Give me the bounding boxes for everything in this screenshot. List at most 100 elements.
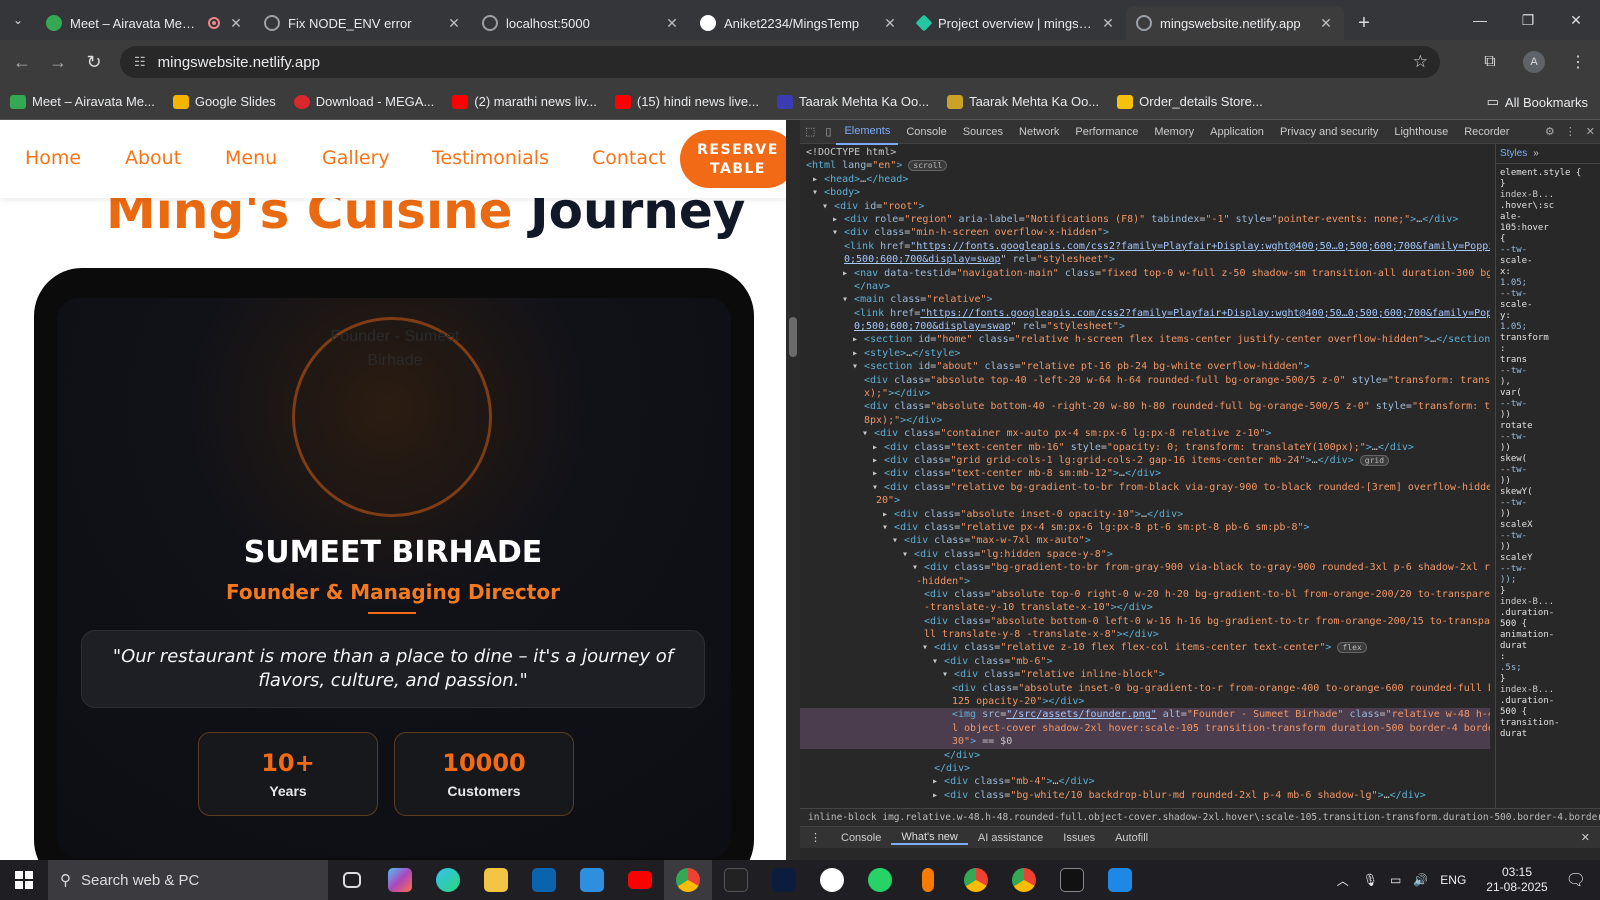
bookmark-item[interactable]: Meet – Airavata Me...	[10, 94, 155, 109]
chrome-icon[interactable]	[664, 860, 712, 900]
close-tab-icon[interactable]: ✕	[1100, 15, 1116, 32]
browser-tab[interactable]: Meet – Airavata Meeting ✕	[36, 6, 254, 40]
browser-tab[interactable]: localhost:5000 ✕	[472, 6, 690, 40]
restore-icon[interactable]: ❐	[1504, 0, 1552, 40]
minimize-icon[interactable]: —	[1456, 0, 1504, 40]
whatsapp-icon[interactable]	[856, 860, 904, 900]
close-tab-icon[interactable]: ✕	[446, 15, 462, 32]
drawer-tab-whats-new[interactable]: What's new	[891, 831, 968, 845]
browser-tab[interactable]: Fix NODE_ENV error ✕	[254, 6, 472, 40]
system-tray: ︿ 🎙 ▭ 🔊 ENG 03:15 21-08-2025 🗨	[1329, 860, 1600, 900]
network-icon[interactable]: ▭	[1390, 873, 1401, 887]
more-kebab-icon[interactable]: ⋮	[1560, 120, 1581, 144]
drawer-tab-issues[interactable]: Issues	[1053, 832, 1105, 844]
drawer-tab-console[interactable]: Console	[831, 832, 891, 844]
site-info-icon[interactable]: ☷	[134, 54, 146, 70]
tab-sources[interactable]: Sources	[955, 120, 1011, 144]
forward-arrow-icon[interactable]: →	[40, 44, 76, 80]
page-scrollbar[interactable]	[786, 120, 800, 860]
tab-title: localhost:5000	[506, 15, 590, 31]
app-c-icon[interactable]	[808, 860, 856, 900]
styles-pane[interactable]: Styles» element.style {} index-B... .hover…	[1495, 144, 1600, 808]
youtube-icon[interactable]	[616, 860, 664, 900]
bookmark-item[interactable]: Taarak Mehta Ka Oo...	[947, 94, 1099, 109]
tab-console[interactable]: Console	[898, 120, 954, 144]
taskbar-search[interactable]: ⚲ Search web & PC	[48, 860, 328, 900]
drawer-tab-autofill[interactable]: Autofill	[1105, 832, 1158, 844]
elements-tree[interactable]: <!DOCTYPE html> <html lang="en"> scroll …	[800, 144, 1490, 808]
sonyliv-icon[interactable]	[712, 860, 760, 900]
new-tab-button[interactable]: +	[1344, 6, 1384, 40]
tab-recorder[interactable]: Recorder	[1456, 120, 1517, 144]
nav-link-about[interactable]: About	[125, 147, 181, 169]
dom-breadcrumb[interactable]: inline-block img.relative.w-48.h-48.roun…	[800, 808, 1600, 826]
nav-link-gallery[interactable]: Gallery	[322, 147, 390, 169]
scrollbar-thumb[interactable]	[789, 317, 797, 357]
file-explorer-icon[interactable]	[472, 860, 520, 900]
back-arrow-icon[interactable]: ←	[4, 44, 40, 80]
tab-search-chevron-icon[interactable]: ⌄	[0, 0, 36, 40]
bookmark-item[interactable]: (15) hindi news live...	[614, 94, 759, 109]
tab-lighthouse[interactable]: Lighthouse	[1386, 120, 1456, 144]
bookmark-item[interactable]: Taarak Mehta Ka Oo...	[777, 94, 929, 109]
nav-link-menu[interactable]: Menu	[225, 147, 277, 169]
chrome-profile-icon[interactable]	[1000, 860, 1048, 900]
notifications-icon[interactable]: 🗨	[1566, 870, 1586, 890]
close-tab-icon[interactable]: ✕	[228, 15, 244, 32]
nav-link-contact[interactable]: Contact	[592, 147, 666, 169]
terminal-icon[interactable]	[1048, 860, 1096, 900]
stat-value: 10000	[442, 749, 526, 777]
tab-performance[interactable]: Performance	[1067, 120, 1146, 144]
language-indicator[interactable]: ENG	[1440, 873, 1466, 887]
bookmark-item[interactable]: Google Slides	[172, 94, 276, 109]
drawer-menu-icon[interactable]: ⋮	[800, 831, 831, 844]
extensions-icon[interactable]: ⧉	[1468, 53, 1512, 71]
close-devtools-icon[interactable]: ✕	[1581, 120, 1600, 144]
edge-icon[interactable]	[424, 860, 472, 900]
microphone-tray-icon[interactable]: 🎙	[1363, 873, 1378, 887]
tab-application[interactable]: Application	[1202, 120, 1272, 144]
menu-kebab-icon[interactable]: ⋮	[1556, 52, 1600, 72]
drawer-tab-ai-assistance[interactable]: AI assistance	[968, 832, 1053, 844]
reserve-table-button[interactable]: RESERVE TABLE	[680, 130, 786, 188]
all-bookmarks-button[interactable]: ▭ All Bookmarks	[1487, 94, 1588, 110]
outlook-icon[interactable]	[520, 860, 568, 900]
address-bar[interactable]: ☷ mingswebsite.netlify.app ☆	[120, 46, 1440, 78]
browser-tab[interactable]: Project overview | mingsweb ✕	[908, 6, 1126, 40]
device-toolbar-icon[interactable]: ▯	[820, 120, 836, 144]
tab-elements[interactable]: Elements	[836, 119, 899, 145]
close-tab-icon[interactable]: ✕	[1318, 15, 1334, 32]
clock[interactable]: 03:15 21-08-2025	[1486, 865, 1547, 895]
nav-link-testimonials[interactable]: Testimonials	[432, 147, 549, 169]
settings-gear-icon[interactable]: ⚙	[1540, 120, 1560, 144]
inspect-icon[interactable]: ⬚	[800, 120, 820, 144]
close-tab-icon[interactable]: ✕	[664, 15, 680, 32]
task-view-icon[interactable]	[328, 860, 376, 900]
browser-tab-active[interactable]: mingswebsite.netlify.app ✕	[1126, 6, 1344, 40]
nav-link-home[interactable]: Home	[25, 147, 81, 169]
profile-avatar[interactable]: A	[1523, 51, 1545, 73]
windows-start-icon[interactable]	[0, 860, 48, 900]
chevron-up-icon[interactable]: ︿	[1337, 872, 1349, 889]
hotstar-icon[interactable]	[760, 860, 808, 900]
reload-icon[interactable]: ↻	[76, 44, 112, 80]
bookmark-item[interactable]: Download - MEGA...	[293, 94, 434, 109]
close-tab-icon[interactable]: ✕	[882, 15, 898, 32]
vscode-icon[interactable]	[1096, 860, 1144, 900]
bookmark-star-icon[interactable]: ☆	[1413, 52, 1428, 72]
bookmark-item[interactable]: Order_details Store...	[1117, 94, 1263, 109]
microphone-icon[interactable]	[904, 860, 952, 900]
chrome-profile-icon[interactable]	[952, 860, 1000, 900]
tab-memory[interactable]: Memory	[1146, 120, 1202, 144]
tab-network[interactable]: Network	[1011, 120, 1067, 144]
tab-privacy[interactable]: Privacy and security	[1272, 120, 1386, 144]
browser-tab[interactable]: Aniket2234/MingsTemp ✕	[690, 6, 908, 40]
close-drawer-icon[interactable]: ✕	[1571, 831, 1600, 844]
expand-icon[interactable]: »	[1533, 148, 1539, 159]
styles-tab[interactable]: Styles	[1500, 148, 1527, 159]
store-icon[interactable]	[568, 860, 616, 900]
close-window-icon[interactable]: ✕	[1552, 0, 1600, 40]
copilot-icon[interactable]	[376, 860, 424, 900]
bookmark-item[interactable]: (2) marathi news liv...	[452, 94, 597, 109]
volume-icon[interactable]: 🔊	[1413, 873, 1428, 887]
